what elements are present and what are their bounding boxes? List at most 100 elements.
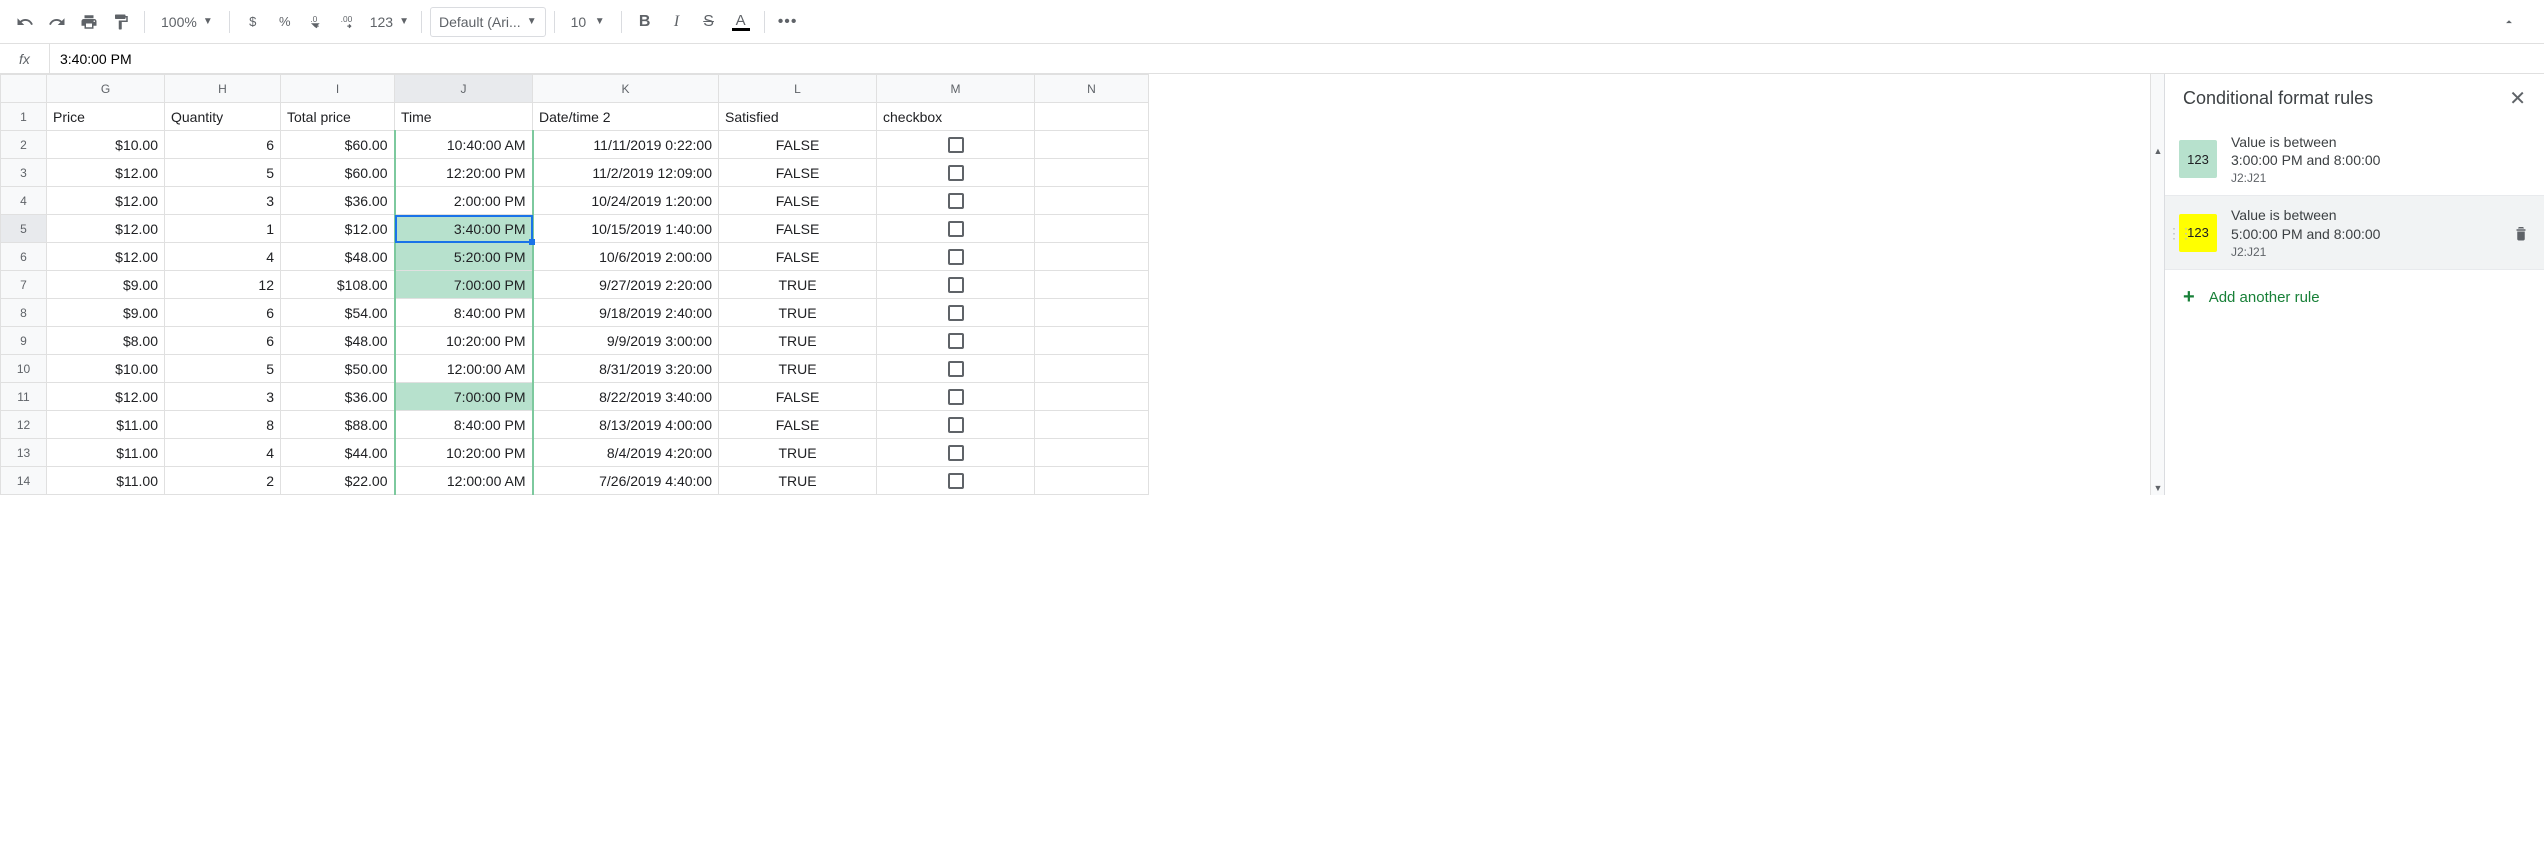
number-format-dropdown[interactable]: 123 ▼ [366,7,413,37]
cell[interactable] [877,439,1035,467]
cell[interactable]: TRUE [719,467,877,495]
print-button[interactable] [74,7,104,37]
font-dropdown[interactable]: Default (Ari... ▼ [430,7,546,37]
bold-button[interactable]: B [630,7,660,37]
row-header-2[interactable]: 2 [1,131,47,159]
cell[interactable]: FALSE [719,131,877,159]
cell[interactable]: TRUE [719,271,877,299]
checkbox[interactable] [948,221,964,237]
cell[interactable]: 12:00:00 AM [395,467,533,495]
checkbox[interactable] [948,333,964,349]
format-rule-card[interactable]: ⋮⋮123Value is between5:00:00 PM and 8:00… [2165,196,2544,269]
cell[interactable] [877,215,1035,243]
cell[interactable] [877,411,1035,439]
cell[interactable]: $60.00 [281,131,395,159]
selection-handle[interactable] [529,239,535,245]
cell[interactable]: 6 [165,131,281,159]
cell[interactable]: 5 [165,159,281,187]
cell[interactable]: $12.00 [47,243,165,271]
cell[interactable]: FALSE [719,159,877,187]
checkbox[interactable] [948,165,964,181]
column-header-N[interactable]: N [1035,75,1149,103]
vertical-scrollbar[interactable]: ▲ ▼ [2150,74,2164,495]
cell[interactable] [1035,187,1149,215]
cell[interactable]: 8/4/2019 4:20:00 [533,439,719,467]
cell[interactable]: $12.00 [47,215,165,243]
header-cell[interactable] [1035,103,1149,131]
cell[interactable]: 3:40:00 PM [395,215,533,243]
cell[interactable]: $11.00 [47,439,165,467]
cell[interactable]: 11/11/2019 0:22:00 [533,131,719,159]
header-cell[interactable]: Time [395,103,533,131]
cell[interactable] [1035,355,1149,383]
cell[interactable]: 4 [165,243,281,271]
row-header-7[interactable]: 7 [1,271,47,299]
cell[interactable]: $8.00 [47,327,165,355]
cell[interactable]: 8:40:00 PM [395,411,533,439]
cell[interactable]: $22.00 [281,467,395,495]
column-header-K[interactable]: K [533,75,719,103]
cell[interactable]: $12.00 [281,215,395,243]
formula-input[interactable] [50,44,2544,73]
select-all-corner[interactable] [1,75,47,103]
header-cell[interactable]: Satisfied [719,103,877,131]
cell[interactable]: 10/24/2019 1:20:00 [533,187,719,215]
cell[interactable]: 12:00:00 AM [395,355,533,383]
format-rule-card[interactable]: 123Value is between3:00:00 PM and 8:00:0… [2165,123,2544,196]
cell[interactable]: 9/18/2019 2:40:00 [533,299,719,327]
cell[interactable]: $36.00 [281,383,395,411]
cell[interactable]: 10/15/2019 1:40:00 [533,215,719,243]
cell[interactable]: 9/27/2019 2:20:00 [533,271,719,299]
cell[interactable]: FALSE [719,383,877,411]
checkbox[interactable] [948,277,964,293]
row-header-4[interactable]: 4 [1,187,47,215]
cell[interactable]: $11.00 [47,467,165,495]
row-header-12[interactable]: 12 [1,411,47,439]
cell[interactable]: 10:20:00 PM [395,327,533,355]
row-header-3[interactable]: 3 [1,159,47,187]
cell[interactable]: 1 [165,215,281,243]
cell[interactable]: 9/9/2019 3:00:00 [533,327,719,355]
row-header-10[interactable]: 10 [1,355,47,383]
cell[interactable]: $54.00 [281,299,395,327]
checkbox[interactable] [948,361,964,377]
cell[interactable]: 3 [165,187,281,215]
column-header-M[interactable]: M [877,75,1035,103]
cell[interactable]: FALSE [719,243,877,271]
redo-button[interactable] [42,7,72,37]
decrease-decimal-button[interactable]: .0 [302,7,332,37]
row-header-1[interactable]: 1 [1,103,47,131]
cell[interactable]: 12 [165,271,281,299]
cell[interactable] [1035,271,1149,299]
checkbox[interactable] [948,417,964,433]
percent-button[interactable]: % [270,7,300,37]
cell[interactable]: 6 [165,299,281,327]
cell[interactable]: 10:40:00 AM [395,131,533,159]
cell[interactable]: $88.00 [281,411,395,439]
checkbox[interactable] [948,305,964,321]
checkbox[interactable] [948,249,964,265]
drag-handle-icon[interactable]: ⋮⋮ [2167,230,2191,236]
cell[interactable]: $11.00 [47,411,165,439]
scroll-down-button[interactable]: ▼ [2151,481,2164,495]
header-cell[interactable]: Total price [281,103,395,131]
cell[interactable]: $10.00 [47,131,165,159]
strikethrough-button[interactable]: S [694,7,724,37]
cell[interactable]: $12.00 [47,383,165,411]
font-size-dropdown[interactable]: 10 ▼ [563,7,613,37]
checkbox[interactable] [948,445,964,461]
cell[interactable]: 8/31/2019 3:20:00 [533,355,719,383]
cell[interactable]: FALSE [719,411,877,439]
cell[interactable] [877,159,1035,187]
cell[interactable] [1035,215,1149,243]
row-header-13[interactable]: 13 [1,439,47,467]
row-header-6[interactable]: 6 [1,243,47,271]
cell[interactable] [877,467,1035,495]
cell[interactable] [1035,243,1149,271]
cell[interactable] [877,243,1035,271]
increase-decimal-button[interactable]: .00 [334,7,364,37]
cell[interactable]: 5 [165,355,281,383]
column-header-L[interactable]: L [719,75,877,103]
more-button[interactable]: ••• [773,7,803,37]
delete-rule-icon[interactable] [2512,224,2530,242]
